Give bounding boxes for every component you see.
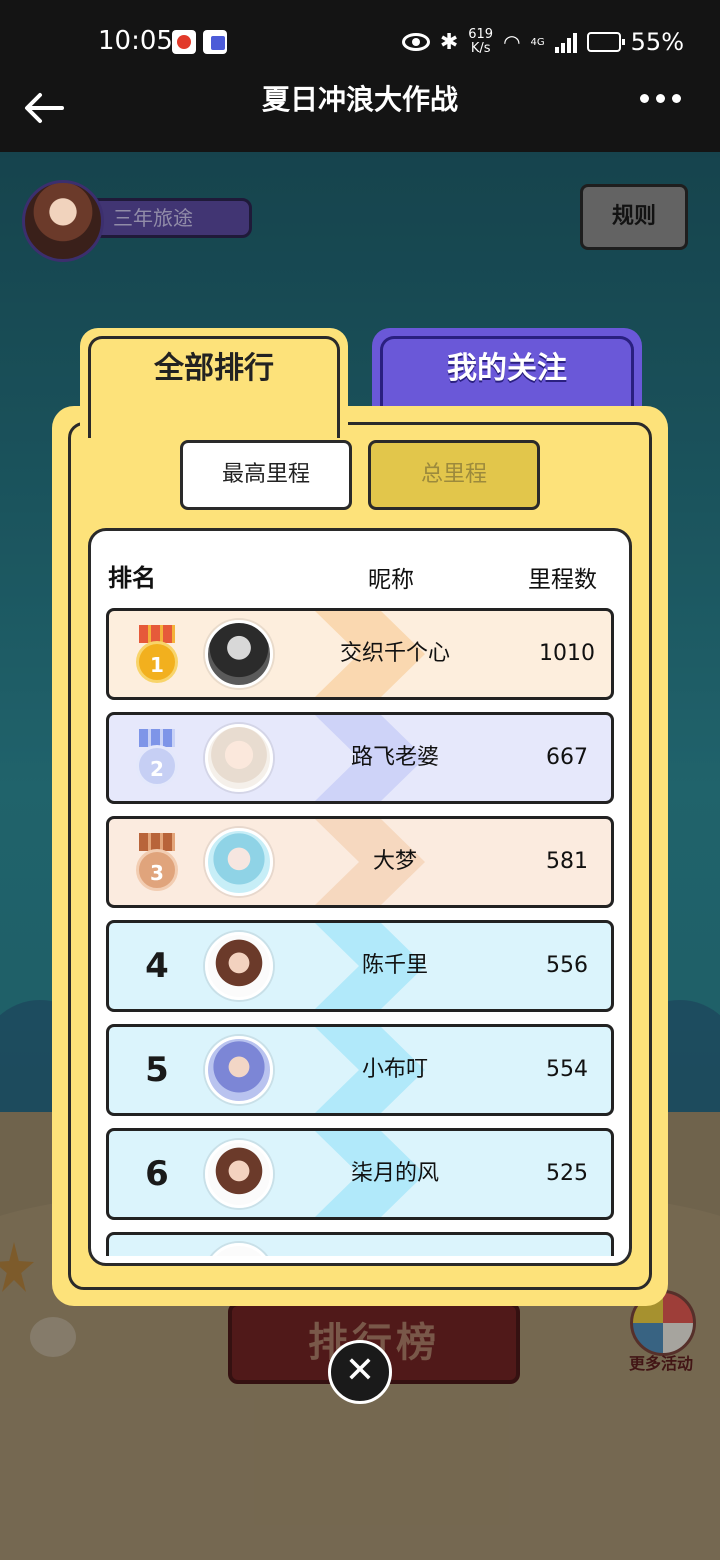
- net-speed: 619 K/s: [468, 28, 493, 56]
- player-avatar: [205, 1036, 273, 1104]
- net-speed-value: 619: [468, 27, 494, 42]
- header-distance: 里程数: [528, 567, 597, 593]
- player-avatar: [205, 828, 273, 896]
- signal-icon: [554, 31, 577, 53]
- rank-number: 6: [145, 1154, 169, 1194]
- player-nickname: 陈千里: [361, 953, 428, 978]
- player-nickname: 柒月的风: [350, 1161, 439, 1186]
- title-bar: 夏日冲浪大作战: [0, 80, 720, 152]
- player-distance: 1010: [539, 641, 595, 666]
- bronze-medal-icon: 3: [135, 833, 179, 893]
- player-avatar: [205, 1140, 273, 1208]
- leaderboard-row[interactable]: 2 路飞老婆 667: [106, 712, 614, 804]
- header-rank: 排名: [108, 564, 156, 592]
- leaderboard-row[interactable]: 5 小布叮 554: [106, 1024, 614, 1116]
- leaderboard-row[interactable]: 6 柒月的风 525: [106, 1128, 614, 1220]
- player-nickname: 小布叮: [361, 1057, 428, 1082]
- player-distance: 581: [546, 849, 588, 874]
- notification-app-icon: [203, 30, 227, 54]
- wifi-icon: ◠: [503, 30, 521, 54]
- silver-medal-icon: 2: [135, 729, 179, 789]
- bluetooth-icon: ✱: [439, 29, 459, 55]
- segment-total-distance[interactable]: 总里程: [368, 440, 540, 510]
- tab-all-rankings[interactable]: 全部排行: [80, 328, 348, 438]
- leaderboard-row-partial[interactable]: [106, 1232, 614, 1256]
- battery-percent: 55%: [630, 28, 684, 56]
- player-avatar: [205, 620, 273, 688]
- header-nickname: 昵称: [368, 567, 414, 593]
- leaderboard-row[interactable]: 3 大梦 581: [106, 816, 614, 908]
- player-avatar: [205, 932, 273, 1000]
- player-nickname: 交织千个心: [339, 641, 450, 666]
- eye-comfort-icon: [401, 33, 430, 51]
- close-x-icon[interactable]: ✕: [328, 1340, 392, 1404]
- net-speed-unit: K/s: [470, 41, 491, 56]
- gold-medal-icon: 1: [135, 625, 179, 685]
- leaderboard-row[interactable]: 4 陈千里 556: [106, 920, 614, 1012]
- tab-all-rankings-label: 全部排行: [88, 336, 340, 438]
- player-avatar: [205, 1243, 273, 1256]
- player-nickname: 大梦: [372, 849, 417, 874]
- page-title: 夏日冲浪大作战: [261, 83, 458, 116]
- rank-number: 5: [145, 1050, 169, 1090]
- player-distance: 667: [546, 745, 588, 770]
- status-icons: ✱ 619 K/s ◠ 4G 55%: [401, 24, 684, 60]
- status-bar: 10:05 ✱ 619 K/s ◠ 4G 55%: [0, 0, 720, 80]
- tab-following[interactable]: 我的关注: [372, 328, 642, 418]
- network-type: 4G: [530, 36, 545, 48]
- leaderboard-row[interactable]: 1 交织千个心 1010: [106, 608, 614, 700]
- player-avatar: [205, 724, 273, 792]
- player-nickname: 路飞老婆: [350, 745, 439, 770]
- battery-icon: [586, 32, 625, 52]
- segment-max-distance[interactable]: 最高里程: [180, 440, 352, 510]
- player-distance: 525: [546, 1161, 588, 1186]
- player-distance: 554: [546, 1057, 588, 1082]
- player-distance: 556: [546, 953, 588, 978]
- rank-number: 4: [145, 946, 169, 986]
- more-dots-icon[interactable]: [640, 86, 686, 110]
- user-avatar[interactable]: [22, 180, 104, 262]
- status-time: 10:05: [98, 26, 173, 56]
- notification-app-icon: [172, 30, 196, 54]
